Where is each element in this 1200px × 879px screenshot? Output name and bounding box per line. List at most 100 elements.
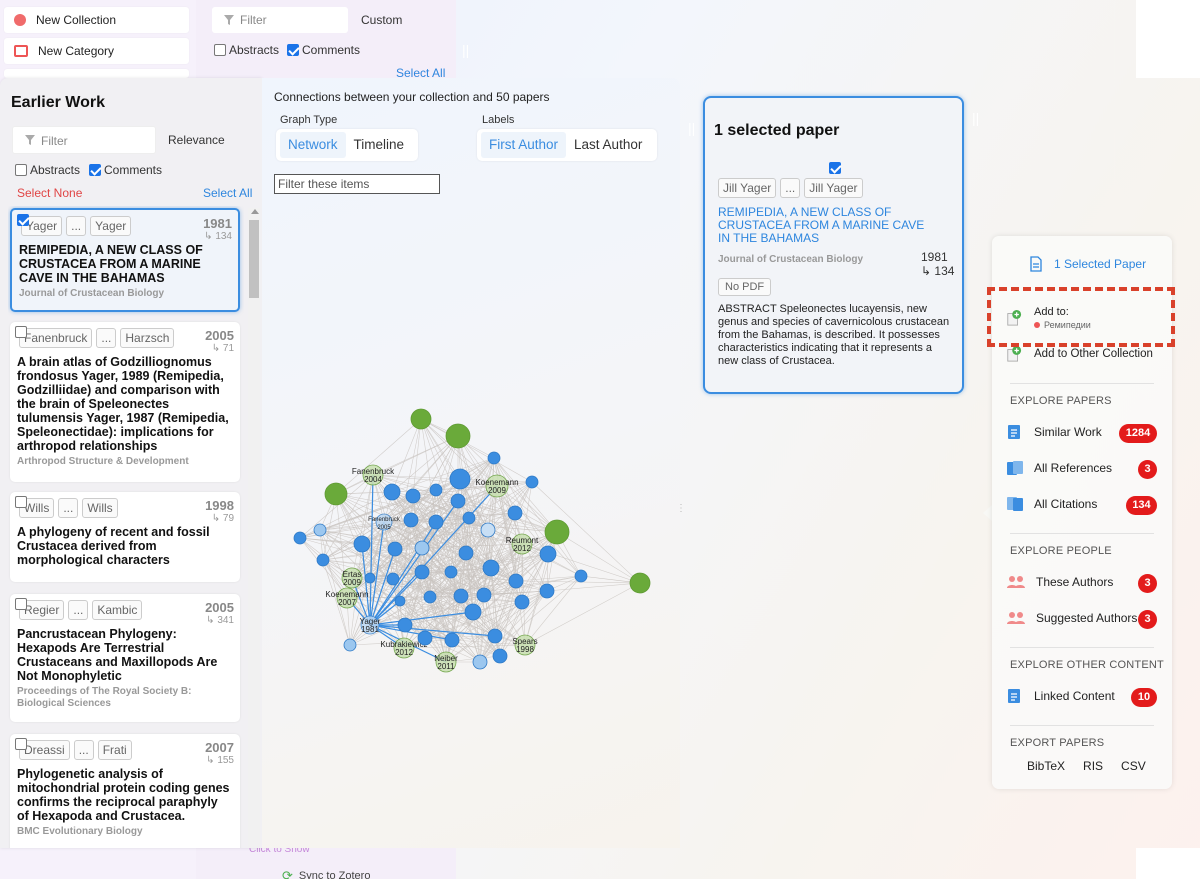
- sync-zotero-button[interactable]: ⟳ Sync to Zotero: [282, 868, 370, 879]
- graph-node[interactable]: [480, 522, 496, 538]
- graph-node[interactable]: [353, 535, 371, 553]
- graph-node[interactable]: [472, 654, 488, 670]
- author-tag[interactable]: Kambic: [92, 600, 143, 620]
- scrollbar-thumb[interactable]: [249, 220, 259, 298]
- graph-node[interactable]: [403, 512, 419, 528]
- paper-card[interactable]: Dreassi ... Frati 2007 ↳ 155 Phylogeneti…: [10, 734, 240, 848]
- drag-handle[interactable]: ||: [972, 110, 979, 126]
- author-tag[interactable]: Fanenbruck: [19, 328, 93, 348]
- export-csv-button[interactable]: CSV: [1121, 759, 1146, 773]
- scrollbar-track[interactable]: [248, 208, 260, 848]
- linked-content-button[interactable]: Linked Content: [1006, 688, 1115, 704]
- graph-node[interactable]: [539, 545, 557, 563]
- graph-node[interactable]: [417, 630, 433, 646]
- graph-node[interactable]: [428, 514, 444, 530]
- collection-comments-toggle[interactable]: Comments: [287, 43, 360, 57]
- paper-checkbox[interactable]: [15, 598, 27, 610]
- selected-paper-title-link[interactable]: REMIPEDIA, A NEW CLASS OF CRUSTACEA FROM…: [718, 206, 938, 245]
- graph-node[interactable]: [482, 559, 500, 577]
- graph-node[interactable]: [487, 628, 503, 644]
- select-none-link[interactable]: Select None: [17, 186, 82, 200]
- graph-node[interactable]: [464, 603, 482, 621]
- author-tag[interactable]: Jill Yager: [804, 178, 863, 198]
- graph-node[interactable]: [544, 519, 570, 545]
- author-ellipsis[interactable]: ...: [58, 498, 79, 518]
- selected-checkbox[interactable]: [829, 162, 841, 174]
- select-all-link[interactable]: Select All: [203, 186, 252, 200]
- graph-node[interactable]: [386, 572, 400, 586]
- export-bibtex-button[interactable]: BibTeX: [1027, 759, 1065, 773]
- author-tag[interactable]: Frati: [97, 740, 132, 760]
- graph-node[interactable]: [383, 483, 401, 501]
- resize-handle[interactable]: ⋮: [676, 503, 686, 514]
- all-citations-button[interactable]: All Citations: [1006, 496, 1097, 512]
- sort-dropdown[interactable]: Relevance: [168, 133, 225, 147]
- graph-node[interactable]: [629, 572, 651, 594]
- graph-node[interactable]: [487, 451, 501, 465]
- author-tag[interactable]: Wills: [82, 498, 118, 518]
- graph-node[interactable]: [508, 573, 524, 589]
- export-ris-button[interactable]: RIS: [1083, 759, 1103, 773]
- drag-handle[interactable]: ||: [688, 120, 695, 136]
- paper-checkbox[interactable]: [15, 326, 27, 338]
- graph-node[interactable]: [423, 590, 437, 604]
- author-ellipsis[interactable]: ...: [68, 600, 89, 620]
- suggested-authors-button[interactable]: Suggested Authors: [1006, 610, 1137, 626]
- network-tab[interactable]: Network: [280, 132, 346, 158]
- graph-node[interactable]: [449, 468, 471, 490]
- graph-node[interactable]: [450, 493, 466, 509]
- graph-node[interactable]: [364, 572, 376, 584]
- scroll-up-arrow-icon[interactable]: [251, 209, 259, 214]
- last-author-tab[interactable]: Last Author: [566, 132, 650, 158]
- graph-node[interactable]: [414, 540, 430, 556]
- graph-node[interactable]: [313, 523, 327, 537]
- no-pdf-badge[interactable]: No PDF: [718, 278, 772, 296]
- author-ellipsis[interactable]: ...: [73, 740, 94, 760]
- new-collection-button[interactable]: New Collection: [4, 7, 189, 33]
- new-category-button[interactable]: New Category: [4, 38, 189, 64]
- graph-node[interactable]: [414, 564, 430, 580]
- graph-node[interactable]: [507, 505, 523, 521]
- graph-node[interactable]: [293, 531, 307, 545]
- timeline-tab[interactable]: Timeline: [346, 132, 413, 158]
- graph-node[interactable]: [324, 482, 348, 506]
- graph-node[interactable]: [525, 475, 539, 489]
- graph-node[interactable]: [574, 569, 588, 583]
- first-author-tab[interactable]: First Author: [481, 132, 567, 158]
- graph-node[interactable]: [492, 648, 508, 664]
- collection-filter-input[interactable]: Filter: [212, 7, 348, 33]
- graph-node[interactable]: [458, 545, 474, 561]
- graph-node[interactable]: [445, 423, 471, 449]
- graph-filter-input[interactable]: Filter these items: [274, 174, 440, 194]
- paper-card[interactable]: Wills ... Wills 1998 ↳ 79 A phylogeny of…: [10, 492, 240, 582]
- author-tag[interactable]: Yager: [90, 216, 132, 236]
- graph-node[interactable]: [462, 511, 476, 525]
- graph-node[interactable]: [397, 617, 413, 633]
- graph-node[interactable]: [444, 565, 458, 579]
- graph-node[interactable]: [316, 553, 330, 567]
- these-authors-button[interactable]: These Authors: [1006, 574, 1113, 590]
- graph-node[interactable]: [444, 632, 460, 648]
- graph-node[interactable]: [453, 588, 469, 604]
- collection-sort[interactable]: Custom: [361, 13, 402, 27]
- paper-checkbox[interactable]: [15, 738, 27, 750]
- author-ellipsis[interactable]: ...: [780, 178, 801, 198]
- paper-checkbox[interactable]: [15, 496, 27, 508]
- add-to-other-collection-button[interactable]: Add to Other Collection: [1006, 346, 1153, 362]
- graph-node[interactable]: [476, 587, 492, 603]
- paper-card[interactable]: Fanenbruck ... Harzsch 2005 ↳ 71 A brain…: [10, 322, 240, 482]
- drag-handle[interactable]: ||: [462, 42, 469, 58]
- paper-card[interactable]: Regier ... Kambic 2005 ↳ 341 Pancrustace…: [10, 594, 240, 722]
- author-tag[interactable]: Harzsch: [120, 328, 175, 348]
- graph-node[interactable]: [410, 408, 432, 430]
- filter-input[interactable]: Filter: [12, 126, 156, 154]
- graph-node[interactable]: [514, 594, 530, 610]
- author-tag[interactable]: Jill Yager: [718, 178, 777, 198]
- similar-work-button[interactable]: Similar Work: [1006, 424, 1102, 440]
- paper-card[interactable]: Yager ... Yager 1981 ↳ 134 REMIPEDIA, A …: [10, 208, 240, 312]
- author-ellipsis[interactable]: ...: [66, 216, 87, 236]
- collection-abstracts-toggle[interactable]: Abstracts: [214, 43, 279, 57]
- paper-checkbox[interactable]: [17, 214, 29, 226]
- comments-toggle[interactable]: Comments: [89, 163, 162, 177]
- author-ellipsis[interactable]: ...: [96, 328, 117, 348]
